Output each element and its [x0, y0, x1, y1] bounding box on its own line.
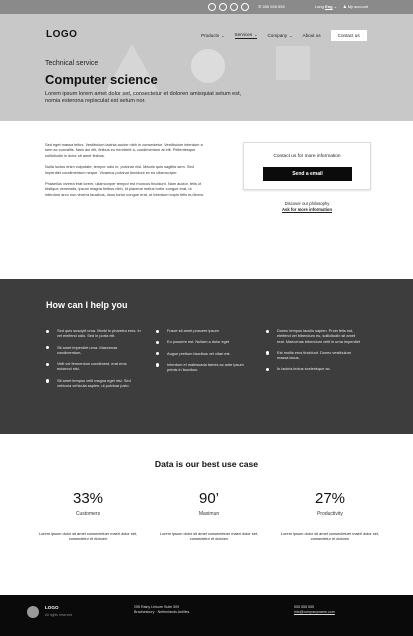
stats-section: Data is our best use case 33% Customers … [0, 434, 413, 595]
footer-logo[interactable]: LOGO [45, 605, 59, 610]
footer-address: 255 Rainy Leisure Suite 509 Bradnesbury … [134, 605, 234, 615]
chevron-down-icon: ⌄ [333, 4, 338, 9]
stat-caption: Customers [75, 511, 101, 517]
footer-rights: All rights reserved [45, 613, 73, 617]
stat-value: 90’ [198, 490, 220, 507]
help-bullet: Sit amet tempus velit magna eget nisl. S… [46, 378, 141, 389]
twitter-icon[interactable] [208, 3, 216, 11]
stat-description: Lorem ipsum dolor sit amet consectetuer … [159, 531, 259, 542]
decorative-circle [191, 49, 225, 83]
language-label: Lang [315, 4, 324, 9]
help-section: How can I help you Sed quis suscipit urn… [0, 279, 413, 434]
help-bullet: Donec tempus iaculis sapien. Proin felis… [266, 328, 361, 344]
stat-caption: Maximun [198, 511, 220, 517]
help-bullet: In lacinia lectus scelerisque ac. [266, 366, 361, 372]
facebook-icon[interactable] [219, 3, 227, 11]
nav-item-company[interactable]: Company ⌄ [267, 33, 292, 38]
stat-item: 27% Productivity Lorem ipsum dolor sit a… [280, 490, 380, 542]
address-line: Bradnesbury · Netherlands Antilles [134, 610, 190, 614]
stat-value: 27% [314, 490, 346, 507]
help-bullet: Interdum et malesuada fames ac ante ipsu… [156, 362, 251, 373]
topbar-phone[interactable]: ✆ 555 555 555 [258, 4, 285, 9]
help-bullet: Sit amet imperdiet urna. Maecenas condim… [46, 345, 141, 356]
topbar-phone-number: 555 555 555 [262, 4, 285, 9]
philosophy-text: Discover our philosophy [284, 201, 330, 206]
stat-caption: Productivity [317, 511, 343, 517]
stat-description: Lorem ipsum dolor sit amet consectetuer … [280, 531, 380, 542]
chevron-down-icon: ⌄ [254, 32, 258, 37]
user-icon: ♟ [343, 4, 347, 9]
nav-item-label: Products [201, 33, 220, 38]
hero-title: Computer science [45, 72, 158, 87]
body-paragraph: Sed eget massa tellus. Vestibulum lacini… [45, 142, 203, 158]
philosophy-block: Discover our philosophy Ask for more inf… [243, 201, 371, 212]
account-link[interactable]: ♟ My account [343, 4, 368, 9]
stat-value: 33% [72, 490, 104, 507]
help-bullet: Est mollis eros tincidunt. Donec vestibu… [266, 350, 361, 361]
nav-item-products[interactable]: Products ⌄ [201, 33, 225, 38]
body-paragraph: Nulla luctus enim vulputate, tempor odio… [45, 164, 194, 175]
help-bullet: Velit vel fermentum condiment, erat eros… [46, 361, 141, 372]
contact-us-button[interactable]: Contact us [330, 30, 367, 41]
nav-item-label: Company [267, 33, 288, 38]
nav-item-label: Services [234, 32, 253, 37]
top-utility-bar: ✆ 555 555 555 Lang Eng ⌄ ♟ My account [0, 0, 413, 14]
stat-item: 33% Customers Lorem ipsum dolor sit amet… [38, 490, 138, 542]
help-column: Fusce sit amet posuere ipsum Eu posuere … [156, 328, 251, 378]
footer-logo-mark [27, 606, 39, 618]
stat-description: Lorem ipsum dolor sit amet consectetuer … [38, 531, 138, 542]
social-links [208, 3, 249, 11]
stats-heading: Data is our best use case [154, 459, 259, 469]
help-heading: How can I help you [46, 300, 128, 310]
nav-item-about-us[interactable]: About us [303, 33, 321, 38]
nav-item-services[interactable]: Services ⌄ [234, 32, 258, 39]
send-email-button[interactable]: Send a email [263, 167, 352, 181]
stat-item: 90’ Maximun Lorem ipsum dolor sit amet c… [159, 490, 259, 542]
contact-card: Contact us for more information Send a e… [243, 142, 371, 190]
help-bullet: Sed quis suscipit urna. Morbi in pharetr… [46, 328, 141, 339]
help-column: Sed quis suscipit urna. Morbi in pharetr… [46, 328, 141, 394]
body-text: Sed eget massa tellus. Vestibulum lacini… [45, 142, 205, 203]
chevron-down-icon: ⌄ [289, 33, 293, 38]
more-info-link[interactable]: Ask for more information [243, 207, 371, 213]
body-paragraph: Phasellus viverra erat lorem, ullamcorpe… [45, 181, 205, 197]
contact-card-label: Contact us for more information [273, 154, 341, 159]
decorative-square [276, 46, 310, 80]
linkedin-icon[interactable] [230, 3, 238, 11]
hero-lead: Lorem ipsum lorem amet dolor set, consec… [45, 91, 242, 105]
nav-item-label: About us [302, 33, 321, 38]
content-section: Sed eget massa tellus. Vestibulum lacini… [0, 121, 413, 279]
help-bullet: Fusce sit amet posuere ipsum [156, 328, 251, 334]
hero-section: LOGO Products ⌄ Services ⌄ Company ⌄ Abo… [0, 14, 413, 121]
help-bullet: Eu posuere est. Nullam a dolor eget [156, 339, 251, 345]
account-label: My account [347, 4, 369, 9]
site-footer: LOGO All rights reserved 255 Rainy Leisu… [0, 595, 413, 636]
language-selector[interactable]: Lang Eng ⌄ [315, 4, 337, 9]
phone-icon: ✆ [258, 4, 262, 9]
main-nav: Products ⌄ Services ⌄ Company ⌄ About us… [201, 30, 367, 41]
footer-contact: 555 555 555 info@companyname.com [294, 605, 335, 615]
hero-overline: Technical service [45, 60, 99, 67]
youtube-icon[interactable] [241, 3, 249, 11]
footer-email-link[interactable]: info@companyname.com [294, 610, 335, 615]
chevron-down-icon: ⌄ [221, 33, 225, 38]
site-logo[interactable]: LOGO [46, 29, 77, 40]
help-bullet: Augue pretium faucibus vel vitae est. [156, 351, 251, 356]
help-column: Donec tempus iaculis sapien. Proin felis… [266, 328, 361, 378]
language-value: Eng [325, 4, 333, 9]
